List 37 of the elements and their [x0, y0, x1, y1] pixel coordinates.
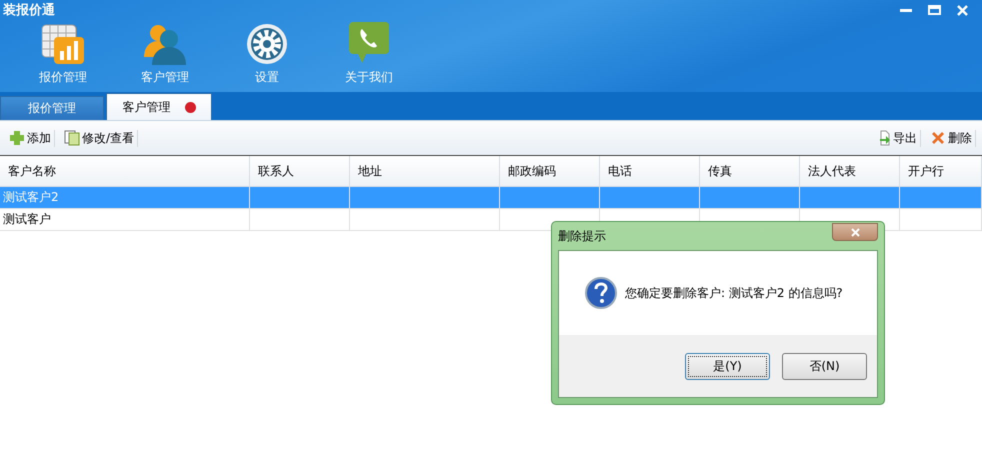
- dialog-button[interactable]: 是(Y): [685, 352, 770, 380]
- toolbar-button[interactable]: 修改/查看: [61, 130, 138, 146]
- column-header[interactable]: 联系人: [250, 156, 350, 187]
- dialog-title: 删除提示: [558, 228, 606, 244]
- toolbar-button[interactable]: 导出: [876, 130, 921, 146]
- close-icon[interactable]: [957, 4, 968, 16]
- plus-icon: [9, 130, 25, 146]
- table-cell: 测试客户2: [0, 187, 250, 209]
- tab[interactable]: 报价管理: [0, 96, 104, 120]
- nav-label[interactable]: 报价管理: [39, 69, 87, 86]
- toolbar-button[interactable]: 添加: [6, 130, 55, 146]
- phone-icon: [348, 21, 390, 65]
- close-icon: [850, 228, 860, 236]
- column-header[interactable]: 传真: [700, 156, 800, 187]
- dialog-message: 您确定要删除客户: 测试客户2 的信息吗?: [625, 284, 843, 302]
- toolbar-button[interactable]: 删除: [927, 130, 976, 146]
- column-header[interactable]: 开户行: [900, 156, 982, 187]
- maximize-icon[interactable]: [928, 5, 941, 15]
- minimize-icon[interactable]: [900, 8, 912, 12]
- column-header[interactable]: 客户名称: [0, 156, 250, 187]
- question-icon: [585, 277, 617, 309]
- table-cell: 测试客户: [0, 209, 250, 231]
- delete-icon: [930, 130, 946, 146]
- dialog-button[interactable]: 否(N): [782, 352, 867, 380]
- close-button[interactable]: [832, 223, 878, 241]
- close-tab-icon[interactable]: [184, 102, 196, 112]
- column-header[interactable]: 法人代表: [800, 156, 900, 187]
- export-icon: [879, 130, 891, 146]
- app-title: 装报价通: [3, 2, 55, 19]
- documents-icon: [64, 130, 80, 146]
- column-header[interactable]: 电话: [600, 156, 700, 187]
- tab[interactable]: 客户管理: [106, 93, 212, 120]
- column-header[interactable]: 邮政编码: [500, 156, 600, 187]
- people-icon: [142, 23, 188, 65]
- column-header[interactable]: 地址: [350, 156, 500, 187]
- chart-icon: [40, 23, 86, 65]
- settings-icon: [246, 23, 288, 65]
